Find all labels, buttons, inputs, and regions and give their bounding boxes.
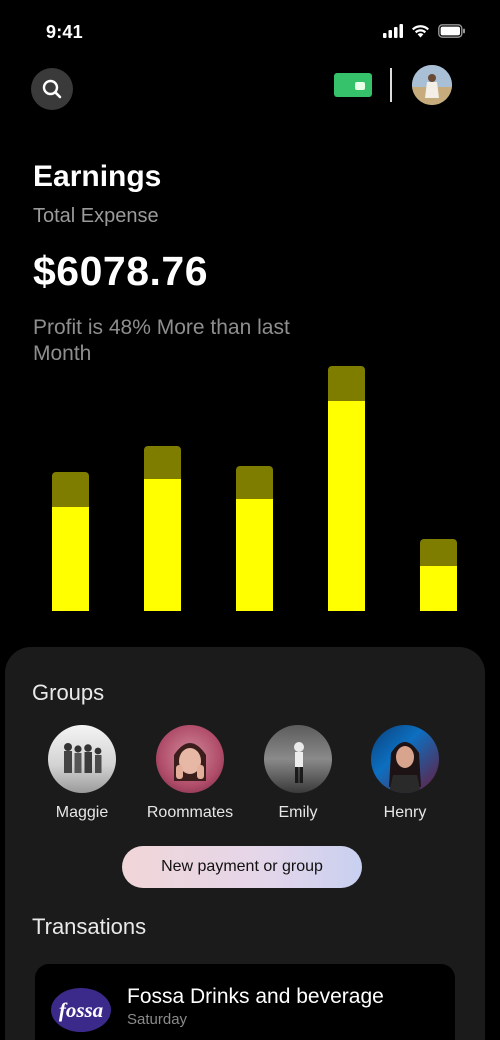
transaction-day: Saturday [127,1011,188,1028]
header-divider [390,68,392,102]
avatar-person-icon [412,65,452,105]
app-screen: 9:41 Earnings Total Expense $6078.76 Pro… [0,0,500,1040]
bar-segment-base [144,479,181,611]
bar-segment-base [52,507,89,611]
battery-icon [438,24,465,38]
group-name: Maggie [55,804,109,821]
bar-segment-base [236,499,273,611]
earnings-bar-chart [52,366,457,611]
bar-segment-top-fill [328,396,365,401]
group-item-henry[interactable]: Henry [353,725,457,822]
group-name: Emily [278,804,318,821]
group-item-roommates[interactable]: Roommates [138,725,242,822]
profile-avatar[interactable] [412,65,452,105]
bar-segment-top [328,366,365,401]
fossa-logo: fossa [51,988,111,1032]
status-icons [383,24,466,38]
status-time: 9:41 [46,22,83,42]
group-people-icon [64,743,102,773]
group-avatar [371,725,439,793]
group-avatar [48,725,116,793]
group-name: Henry [383,804,427,821]
bar-segment-top-fill [52,502,89,507]
group-avatar [156,725,224,793]
new-payment-or-group-button[interactable]: New payment or group [122,846,362,888]
transaction-item[interactable]: fossa Fossa Drinks and beverage Saturday [35,964,455,1040]
status-bar: 9:41 [0,0,500,62]
credit-card-icon[interactable] [334,73,372,97]
total-amount: $6078.76 [33,248,209,294]
transactions-title: Transations [32,914,147,939]
bottom-sheet: Groups Maggie Roommates Emily Henry New … [5,647,485,1040]
bar-segment-top-fill [144,474,181,479]
group-person-icon [174,743,206,781]
group-item-maggie[interactable]: Maggie [30,725,134,822]
group-person-icon [389,742,421,793]
signal-icon [383,24,403,38]
bar-segment-top-fill [420,561,457,566]
groups-title: Groups [32,680,105,705]
group-name: Roommates [146,804,234,821]
bar-segment-base [328,401,365,611]
card-chip-icon [355,82,365,90]
earnings-title: Earnings [33,160,162,193]
bar-segment-top-fill [236,494,273,499]
total-expense-label: Total Expense [33,205,159,227]
transaction-name: Fossa Drinks and beverage [127,985,384,1008]
bar-segment-base [420,566,457,611]
bar-segment-top [52,472,89,507]
search-icon [42,79,62,99]
group-person-icon [294,742,304,783]
wifi-icon [412,25,429,38]
fossa-logo-text: fossa [59,998,103,1022]
group-item-emily[interactable]: Emily [246,725,350,822]
group-avatar [264,725,332,793]
search-button[interactable] [31,68,73,110]
